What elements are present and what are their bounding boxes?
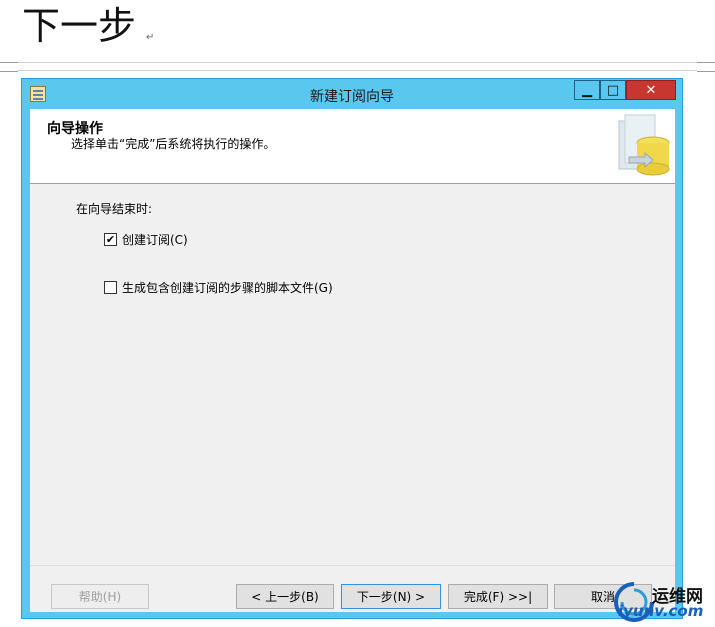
generate-script-option[interactable]: 生成包含创建订阅的步骤的脚本文件(G) xyxy=(104,279,333,296)
maximize-icon: □ xyxy=(606,82,620,98)
help-button[interactable]: 帮助(H) xyxy=(51,584,149,609)
minimize-button[interactable]: ▁ xyxy=(574,80,600,100)
back-button[interactable]: < 上一步(B) xyxy=(236,584,334,609)
completion-prompt: 在向导结束时: xyxy=(76,202,153,216)
finish-button[interactable]: 完成(F) >>| xyxy=(448,584,548,609)
generate-script-checkbox[interactable] xyxy=(104,281,117,294)
page-boundary-line-2 xyxy=(0,70,715,71)
page-description: 选择单击“完成”后系统将执行的操作。 xyxy=(71,137,276,151)
wizard-header: 向导操作 选择单击“完成”后系统将执行的操作。 xyxy=(30,109,675,184)
wizard-window: 新建订阅向导 ▁ □ ✕ 向导操作 选择单击“完成”后系统将执行的操作。 在向导… xyxy=(21,78,683,619)
close-button[interactable]: ✕ xyxy=(626,80,676,100)
wizard-button-bar: 帮助(H) < 上一步(B) 下一步(N) > 完成(F) >>| 取消 xyxy=(30,565,675,613)
document-heading: 下一步 xyxy=(22,4,137,48)
close-icon: ✕ xyxy=(645,82,657,98)
minimize-icon: ▁ xyxy=(582,82,592,98)
maximize-button[interactable]: □ xyxy=(600,80,626,100)
page-boundary-line xyxy=(0,62,715,63)
create-subscription-checkbox[interactable] xyxy=(104,233,117,246)
watermark-url: iyunv.com xyxy=(618,602,704,620)
generate-script-label[interactable]: 生成包含创建订阅的步骤的脚本文件(G) xyxy=(122,279,333,296)
wizard-client-area: 向导操作 选择单击“完成”后系统将执行的操作。 在向导结束时: 创建订阅(C) … xyxy=(30,109,675,612)
site-watermark: 运维网 iyunv.com xyxy=(612,580,712,625)
database-wizard-icon xyxy=(618,114,670,176)
create-subscription-option[interactable]: 创建订阅(C) xyxy=(104,231,188,248)
title-bar[interactable]: 新建订阅向导 ▁ □ ✕ xyxy=(22,79,682,109)
create-subscription-label[interactable]: 创建订阅(C) xyxy=(122,231,188,248)
left-margin-marker-icon xyxy=(0,62,18,72)
right-margin-marker-icon xyxy=(697,62,715,72)
paragraph-mark-icon: ↵ xyxy=(146,32,155,43)
next-button[interactable]: 下一步(N) > xyxy=(341,584,441,609)
